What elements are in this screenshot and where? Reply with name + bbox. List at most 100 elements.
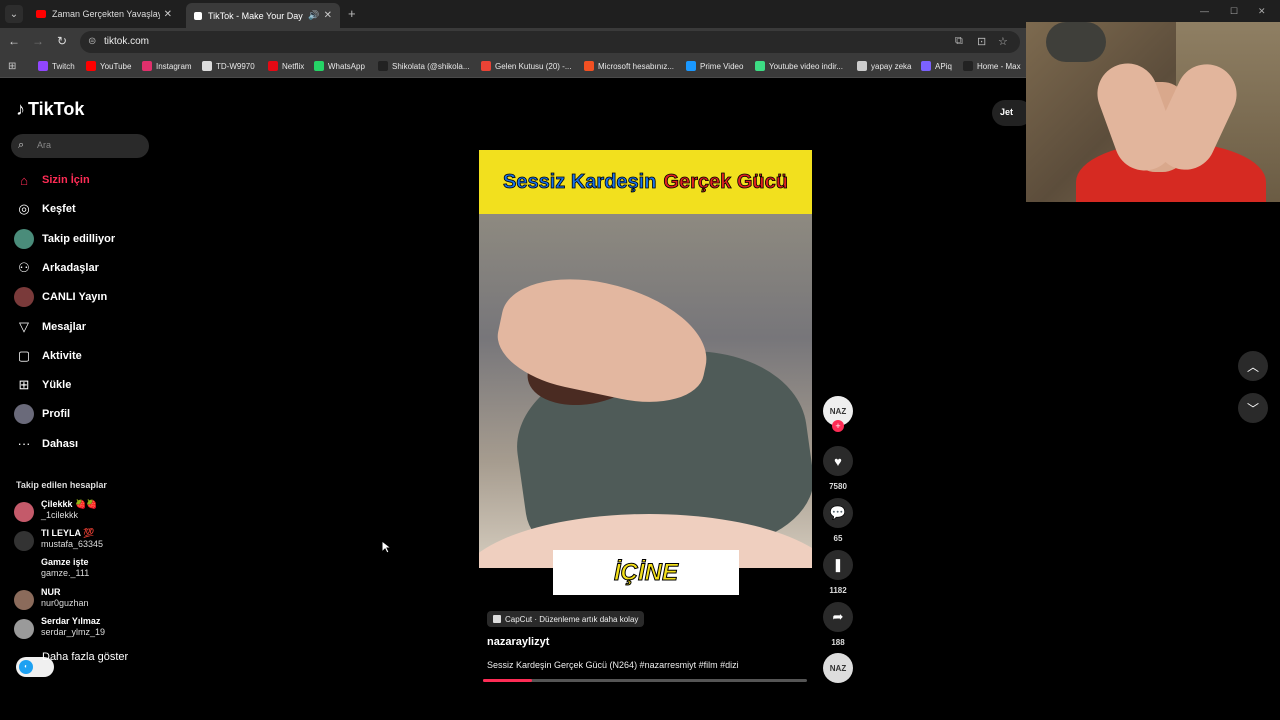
- bookmark-item[interactable]: Netflix: [268, 61, 304, 71]
- account-name: TI LEYLA 💯: [41, 528, 95, 539]
- webcam-chair: [1046, 22, 1106, 62]
- capcut-badge[interactable]: CapCut · Düzenleme artık daha kolay: [487, 611, 645, 627]
- followed-account[interactable]: NUR nur0guzhan: [14, 587, 89, 610]
- forward-icon[interactable]: →: [30, 34, 46, 48]
- bookmark-item[interactable]: YouTube: [86, 61, 131, 71]
- bookmark-item[interactable]: TD-W9970: [202, 61, 255, 71]
- tiktok-favicon-icon: [194, 11, 202, 20]
- followed-account[interactable]: Gamze işte gamze._111: [14, 557, 89, 581]
- capcut-icon: [493, 615, 501, 623]
- show-more-link[interactable]: Daha fazla göster: [42, 651, 128, 663]
- tab-search-icon[interactable]: ⌄: [5, 5, 23, 23]
- comment-button[interactable]: 💬: [823, 498, 853, 528]
- sidebar-item[interactable]: ▢ Aktivite: [14, 345, 82, 367]
- address-bar[interactable]: ⊜ tiktok.com: [80, 31, 1020, 53]
- sidebar-item[interactable]: Takip edilliyor: [14, 228, 115, 250]
- install-app-icon[interactable]: ⊡: [977, 35, 986, 48]
- bookmark-star-icon[interactable]: ☆: [998, 35, 1008, 48]
- sidebar-item-label: Yükle: [42, 379, 72, 392]
- bookmark-label: yapay zeka: [871, 61, 912, 71]
- sidebar-item[interactable]: Profil: [14, 403, 70, 425]
- account-name: Gamze işte: [41, 557, 89, 568]
- bookmark-favicon-icon: [38, 61, 48, 71]
- new-tab-button[interactable]: +: [348, 6, 356, 21]
- chevron-up-icon: ︿: [1246, 359, 1259, 374]
- close-tab-icon[interactable]: ✕: [164, 9, 172, 20]
- send-icon: ▽: [19, 318, 29, 334]
- live-avatar: [14, 287, 34, 308]
- youtube-favicon-icon: [36, 10, 46, 18]
- search-input[interactable]: ⌕ Ara: [11, 134, 149, 158]
- bookmark-label: Home - Max: [977, 61, 1021, 71]
- avatar: [14, 404, 34, 425]
- follow-plus-icon[interactable]: +: [832, 420, 844, 432]
- minimize-icon[interactable]: —: [1200, 6, 1209, 16]
- sidebar-item[interactable]: ▽ Mesajlar: [14, 316, 86, 338]
- music-disc[interactable]: NAZ: [823, 653, 853, 683]
- bookmark-favicon-icon: [268, 61, 278, 71]
- bookmark-favicon-icon: [686, 61, 696, 71]
- video-progress-bar[interactable]: [483, 679, 807, 682]
- sidebar-item[interactable]: ⊞ Yükle: [14, 374, 72, 396]
- video-author[interactable]: nazaraylizyt: [487, 636, 549, 648]
- url-text: tiktok.com: [104, 36, 150, 47]
- account-name: NUR: [41, 586, 61, 597]
- bookmark-item[interactable]: Shikolata (@shikola...: [378, 61, 470, 71]
- account-text: NUR nur0guzhan: [41, 587, 89, 609]
- maximize-icon[interactable]: ☐: [1230, 6, 1238, 17]
- next-video-button[interactable]: ﹀: [1238, 393, 1268, 423]
- bookmark-label: Prime Video: [700, 61, 744, 71]
- save-button[interactable]: ❚: [823, 550, 853, 580]
- browser-tab-tiktok[interactable]: TikTok - Make Your Day 🔊 ✕: [186, 3, 340, 28]
- comment-icon: 💬: [829, 505, 847, 520]
- account-username: mustafa_63345: [41, 539, 104, 550]
- tiktok-logo[interactable]: ♪ TikTok: [16, 99, 84, 120]
- bookmark-item[interactable]: Microsoft hesabınız...: [584, 61, 674, 71]
- apps-grid-icon[interactable]: ⊞: [8, 61, 16, 72]
- close-tab-icon[interactable]: ✕: [324, 10, 332, 21]
- avatar: [14, 531, 34, 552]
- browser-tab-youtube[interactable]: Zaman Gerçekten Yavaşlayabilir ✕: [28, 3, 180, 25]
- account-text: Gamze işte gamze._111: [41, 557, 89, 579]
- translate-icon[interactable]: ⧉: [955, 35, 963, 48]
- sidebar-item[interactable]: ◎ Keşfet: [14, 198, 75, 220]
- reload-icon[interactable]: ↻: [54, 34, 70, 48]
- sidebar-item[interactable]: ⚇ Arkadaşlar: [14, 257, 99, 279]
- bookmark-item[interactable]: WhatsApp: [314, 61, 365, 71]
- compass-icon: ◎: [18, 201, 30, 217]
- bookmark-item[interactable]: Prime Video: [686, 61, 743, 71]
- bookmark-item[interactable]: yapay zeka: [857, 61, 911, 71]
- bookmark-label: Twitch: [52, 61, 75, 71]
- sidebar-item[interactable]: ··· Dahası: [14, 433, 79, 455]
- get-app-label: Jet: [1000, 107, 1014, 117]
- bookmark-favicon-icon: [921, 61, 931, 71]
- back-icon[interactable]: ←: [6, 34, 22, 48]
- sidebar-item[interactable]: ⌂ Sizin İçin: [14, 169, 90, 191]
- bookmark-item[interactable]: Home - Max: [963, 61, 1021, 71]
- bookmark-item[interactable]: APiq: [921, 61, 952, 71]
- followed-account[interactable]: Serdar Yılmaz serdar_ylmz_19: [14, 616, 105, 639]
- bookmark-item[interactable]: Youtube video indir...: [755, 61, 843, 71]
- like-button[interactable]: ♥: [823, 446, 853, 476]
- bookmark-item[interactable]: Twitch: [38, 61, 75, 71]
- account-text: TI LEYLA 💯 mustafa_63345: [41, 528, 103, 550]
- bookmark-item[interactable]: Gelen Kutusu (20) -...: [481, 61, 571, 71]
- previous-video-button[interactable]: ︿: [1238, 351, 1268, 381]
- video-player[interactable]: Sessiz Kardeşin Gerçek Gücü: [479, 150, 812, 568]
- followed-account[interactable]: Çilekkk 🍓🍓 _1cilekkk: [14, 499, 97, 522]
- video-title-banner: Sessiz Kardeşin Gerçek Gücü: [479, 150, 812, 214]
- share-button[interactable]: ➦: [823, 602, 853, 632]
- search-icon: ⌕: [18, 139, 25, 151]
- bookmark-item[interactable]: Instagram: [142, 61, 192, 71]
- bookmark-favicon-icon: [481, 61, 491, 71]
- site-info-icon[interactable]: ⊜: [88, 36, 96, 47]
- friends-icon: ⚇: [18, 259, 30, 275]
- sidebar-item[interactable]: CANLI Yayın: [14, 286, 107, 308]
- close-window-icon[interactable]: ✕: [1258, 6, 1266, 17]
- speaker-icon[interactable]: 🔊: [308, 10, 319, 21]
- followed-account[interactable]: TI LEYLA 💯 mustafa_63345: [14, 528, 103, 552]
- sidebar-item-label: Profil: [42, 408, 71, 421]
- hand-shape: [489, 263, 719, 415]
- avatar: [14, 228, 34, 249]
- bookmark-favicon-icon: [378, 61, 388, 71]
